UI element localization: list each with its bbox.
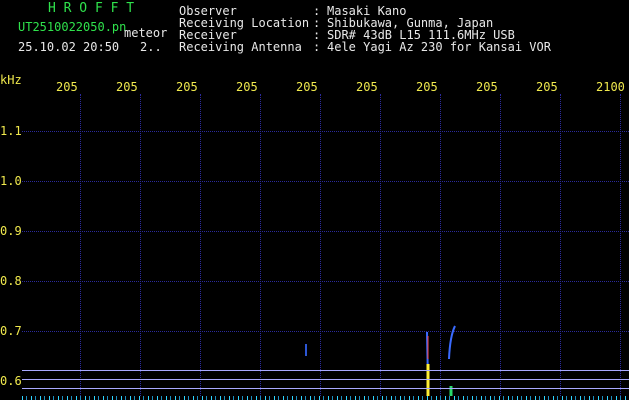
meteor-echo-2 [448,325,456,360]
header: H R O F F T UT2510022050.pn meteor 25.10… [0,0,629,74]
carrier-line [22,379,629,380]
tag-label: meteor [124,26,168,40]
carrier-line [22,388,629,389]
spectrogram: kHz 205 205 205 205 205 205 205 205 205 … [0,74,629,400]
antenna-sep: : [313,40,321,54]
carrier-line [22,370,629,371]
datetime: 25.10.02 20:50 [18,40,120,54]
antenna-label: Receiving Antenna [179,40,302,54]
antenna-value: 4ele Yagi Az 230 for Kansai VOR [327,40,551,54]
filename: UT2510022050.pn [18,20,127,34]
signal-layer [305,325,456,400]
app-title: H R O F F T [48,1,135,16]
counter: 2.. [140,40,162,54]
noise-floor [22,396,629,400]
